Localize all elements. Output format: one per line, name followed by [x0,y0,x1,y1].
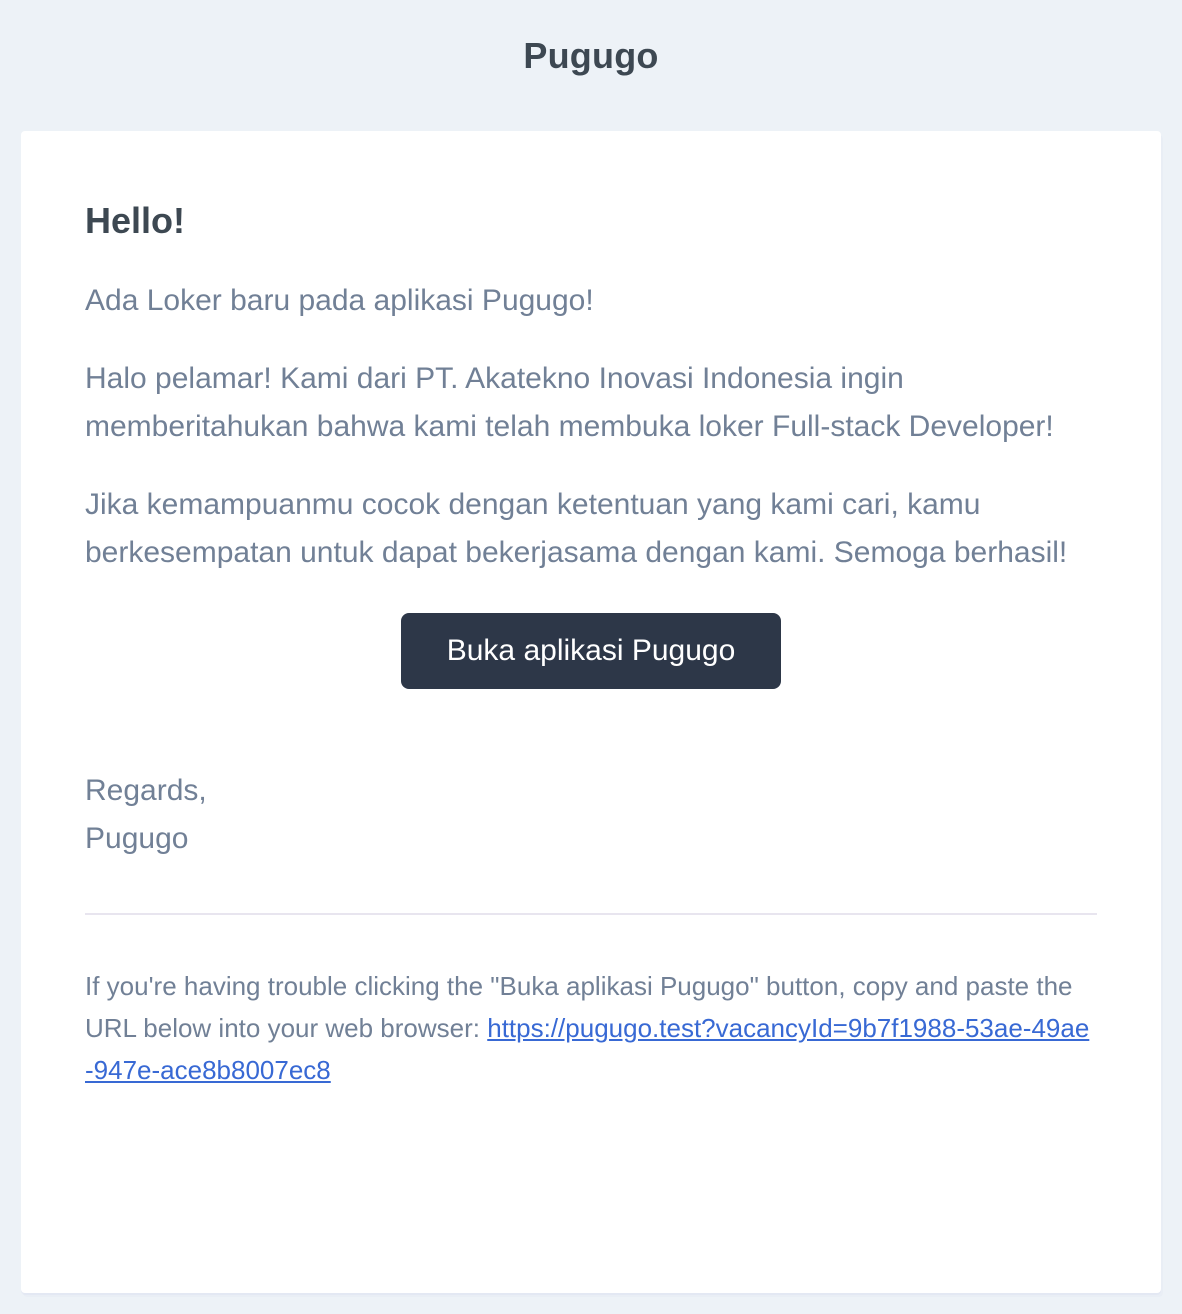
intro-paragraph: Ada Loker baru pada aplikasi Pugugo! [85,284,594,317]
action-button-wrapper: Buka aplikasi Pugugo [85,613,1097,689]
email-body-card: Hello! Ada Loker baru pada aplikasi Pugu… [21,131,1161,1293]
signoff: Regards, Pugugo [85,767,1097,863]
email-header: Pugugo [0,0,1182,112]
subcopy-divider [85,913,1097,915]
announcement-paragraph: Halo pelamar! Kami dari PT. Akatekno Ino… [85,362,1054,443]
closing-paragraph: Jika kemampuanmu cocok dengan ketentuan … [85,488,1068,569]
brand-link[interactable]: Pugugo [523,35,658,77]
signature: Pugugo [85,822,189,855]
greeting-heading: Hello! [85,200,186,241]
open-app-button[interactable]: Buka aplikasi Pugugo [401,613,781,689]
subcopy-text: If you're having trouble clicking the "B… [85,965,1097,1091]
salutation: Regards, [85,774,207,807]
